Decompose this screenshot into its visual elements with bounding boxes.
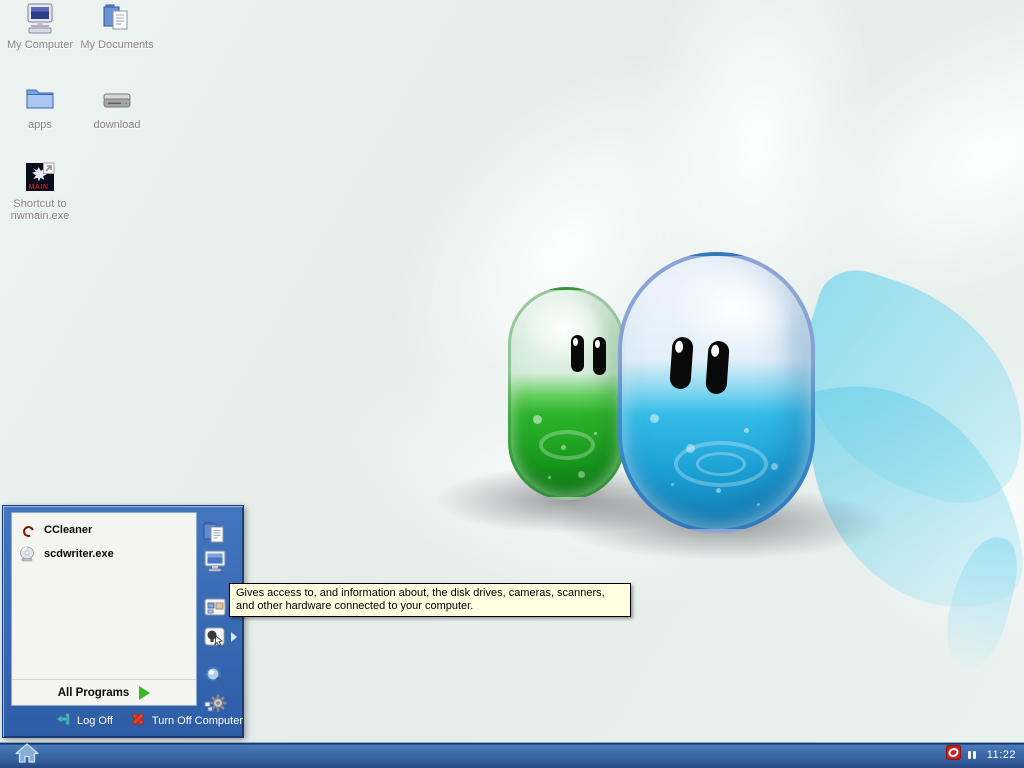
menu-item-scdwriter[interactable]: scdwriter.exe [12, 542, 196, 566]
tooltip: Gives access to, and information about, … [229, 583, 631, 617]
all-programs-button[interactable]: All Programs [12, 679, 196, 705]
desktop-icon-label: apps [28, 119, 52, 131]
desktop-icon-label: download [93, 119, 141, 131]
start-menu: CCleaner scdwriter.exe All Programs Log … [2, 505, 244, 738]
control-panel-button[interactable] [202, 594, 228, 620]
nwmain-icon-text: MAIN [28, 184, 49, 191]
cd-writer-icon [19, 546, 35, 562]
folder-icon [23, 82, 57, 116]
taskbar: 11:22 [0, 742, 1024, 768]
desktop-icon-label: My Documents [80, 39, 154, 51]
all-programs-label: All Programs [57, 686, 130, 699]
my-documents-icon [100, 2, 134, 36]
ripple-ring [539, 430, 595, 460]
system-tray: 11:22 [946, 742, 1016, 768]
pause-indicator-icon[interactable] [968, 751, 976, 759]
start-menu-programs-panel: CCleaner scdwriter.exe All Programs [11, 512, 197, 706]
turn-off-button[interactable]: Turn Off Computer [130, 711, 243, 730]
my-computer-icon [23, 2, 57, 36]
blue-pill-character [618, 252, 815, 533]
ccleaner-icon [19, 522, 35, 538]
eye [593, 337, 606, 375]
menu-item-label: scdwriter.exe [44, 548, 114, 560]
desktop-icon-label: Shortcut to nwmain.exe [10, 198, 70, 222]
log-off-label: Log Off [77, 714, 113, 727]
turn-off-label: Turn Off Computer [151, 714, 243, 727]
desktop-icon-apps[interactable]: apps [2, 82, 78, 131]
bubbles [533, 415, 542, 424]
eye [669, 336, 694, 390]
search-button[interactable] [202, 664, 228, 690]
green-pill-character [508, 287, 625, 500]
desktop-icon-nwmain-shortcut[interactable]: MAIN Shortcut to nwmain.exe [2, 161, 78, 222]
turn-off-icon [130, 711, 146, 730]
my-documents-button[interactable] [202, 520, 228, 546]
taskbar-clock[interactable]: 11:22 [983, 749, 1016, 761]
my-computer-button[interactable] [202, 548, 228, 574]
desktop-icon-download[interactable]: download [79, 82, 155, 131]
all-programs-arrow-icon [139, 685, 151, 700]
start-menu-footer: Log Off Turn Off Computer [3, 704, 243, 737]
submenu-arrow-icon [231, 632, 237, 642]
log-off-button[interactable]: Log Off [55, 711, 113, 730]
eye [571, 335, 584, 372]
log-off-icon [55, 711, 71, 730]
desktop-icon-my-documents[interactable]: My Documents [79, 2, 155, 51]
red-sync-tray-icon[interactable] [946, 745, 962, 765]
nwmain-shortcut-icon: MAIN [23, 161, 57, 195]
menu-item-ccleaner[interactable]: CCleaner [12, 518, 196, 542]
start-button[interactable] [8, 742, 46, 768]
desktop-icon-label: My Computer [6, 39, 74, 51]
menu-item-label: CCleaner [44, 524, 93, 536]
bubbles [650, 414, 659, 423]
ripple-ring [696, 452, 746, 476]
drive-icon [100, 82, 134, 116]
home-icon [14, 742, 40, 768]
eye [705, 340, 730, 395]
desktop-icon-my-computer[interactable]: My Computer [2, 2, 78, 51]
hardware-devices-button[interactable] [202, 624, 228, 650]
